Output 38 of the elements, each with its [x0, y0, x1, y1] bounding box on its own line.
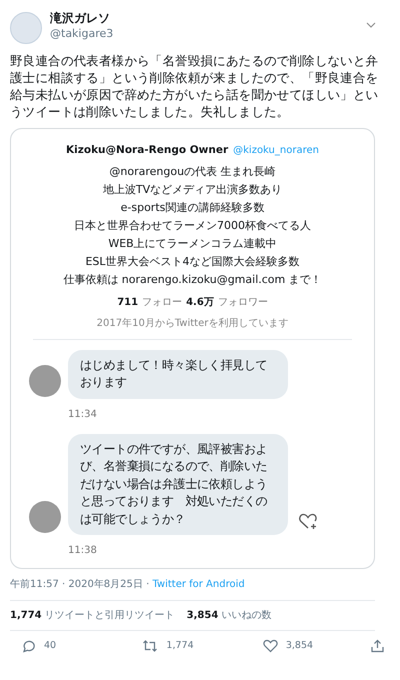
speech-bubble-icon[interactable]: [22, 639, 36, 654]
author-handle[interactable]: @takigare3: [50, 26, 114, 41]
followers-label: フォロワー: [218, 296, 268, 310]
heart-plus-icon[interactable]: [298, 511, 318, 532]
action-count: 40: [44, 639, 56, 654]
profile-name: Kizoku@Nora-Rengo Owner: [66, 143, 228, 158]
source-link[interactable]: Twitter for Android: [152, 577, 245, 592]
message-bubble: はじめまして！時々楽しく拝見しております: [68, 350, 288, 399]
retweet-icon[interactable]: [142, 639, 158, 654]
stat-label[interactable]: リツイートと引用リツイート: [44, 608, 175, 624]
stat-label[interactable]: いいねの数: [221, 608, 272, 624]
profile-handle: @kizoku_noraren: [233, 144, 319, 158]
message-bubble: ツイートの件ですが、風評被害および、名誉棄損になるので、削除いただけない場合は弁護士に依頼しようと思っております 対処いただくのは可能でしょうか？: [68, 434, 288, 536]
chevron-down-icon[interactable]: [366, 22, 376, 28]
author-name[interactable]: 滝沢ガレソ: [50, 10, 110, 26]
bio-line: 地上波TVなどメディア出演多数あり: [102, 182, 282, 198]
stat-count[interactable]: 1,774: [10, 608, 42, 624]
message-time: 11:34: [68, 408, 97, 420]
following-count: 711: [117, 296, 138, 310]
joined-date: 2017年10月からTwitterを利用しています: [96, 316, 288, 331]
bio-line: ESL世界大会ベスト4など国際大会経験多数: [85, 254, 300, 270]
share-icon[interactable]: [370, 639, 384, 654]
avatar: [29, 501, 61, 534]
bio-line: @norarengouの代表 生まれ長崎: [109, 164, 276, 180]
stat-count[interactable]: 3,854: [186, 608, 218, 624]
avatar: [29, 364, 61, 397]
bio-line: 日本と世界合わせてラーメン7000杯食べてる人: [74, 218, 311, 234]
following-label: フォロー: [142, 296, 182, 310]
bio-line: e-sports関連の講師経験多数: [120, 200, 264, 216]
action-count: 3,854: [286, 639, 314, 654]
tweet-timestamp: 午前11:57 · 2020年8月25日 ·: [10, 578, 150, 592]
followers-count: 4.6万: [186, 296, 214, 310]
bio-line: 仕事依頼は norarengo.kizoku@gmail.com まで！: [63, 272, 322, 288]
tweet-text: 野良連合の代表者様から「名誉毀損にあたるので削除しないと弁護士に相談する」という削除依頼が来ましたので、「野良連合を給与未払いが原因で辞めた方がいたら話を聞かせてほしい」というツイートは削除いたしました。失礼しました。: [10, 52, 380, 120]
heart-icon[interactable]: [262, 639, 278, 654]
message-time: 11:38: [68, 545, 97, 556]
bio-line: WEB上にてラーメンコラム連載中: [108, 236, 277, 252]
action-count: 1,774: [166, 639, 194, 654]
